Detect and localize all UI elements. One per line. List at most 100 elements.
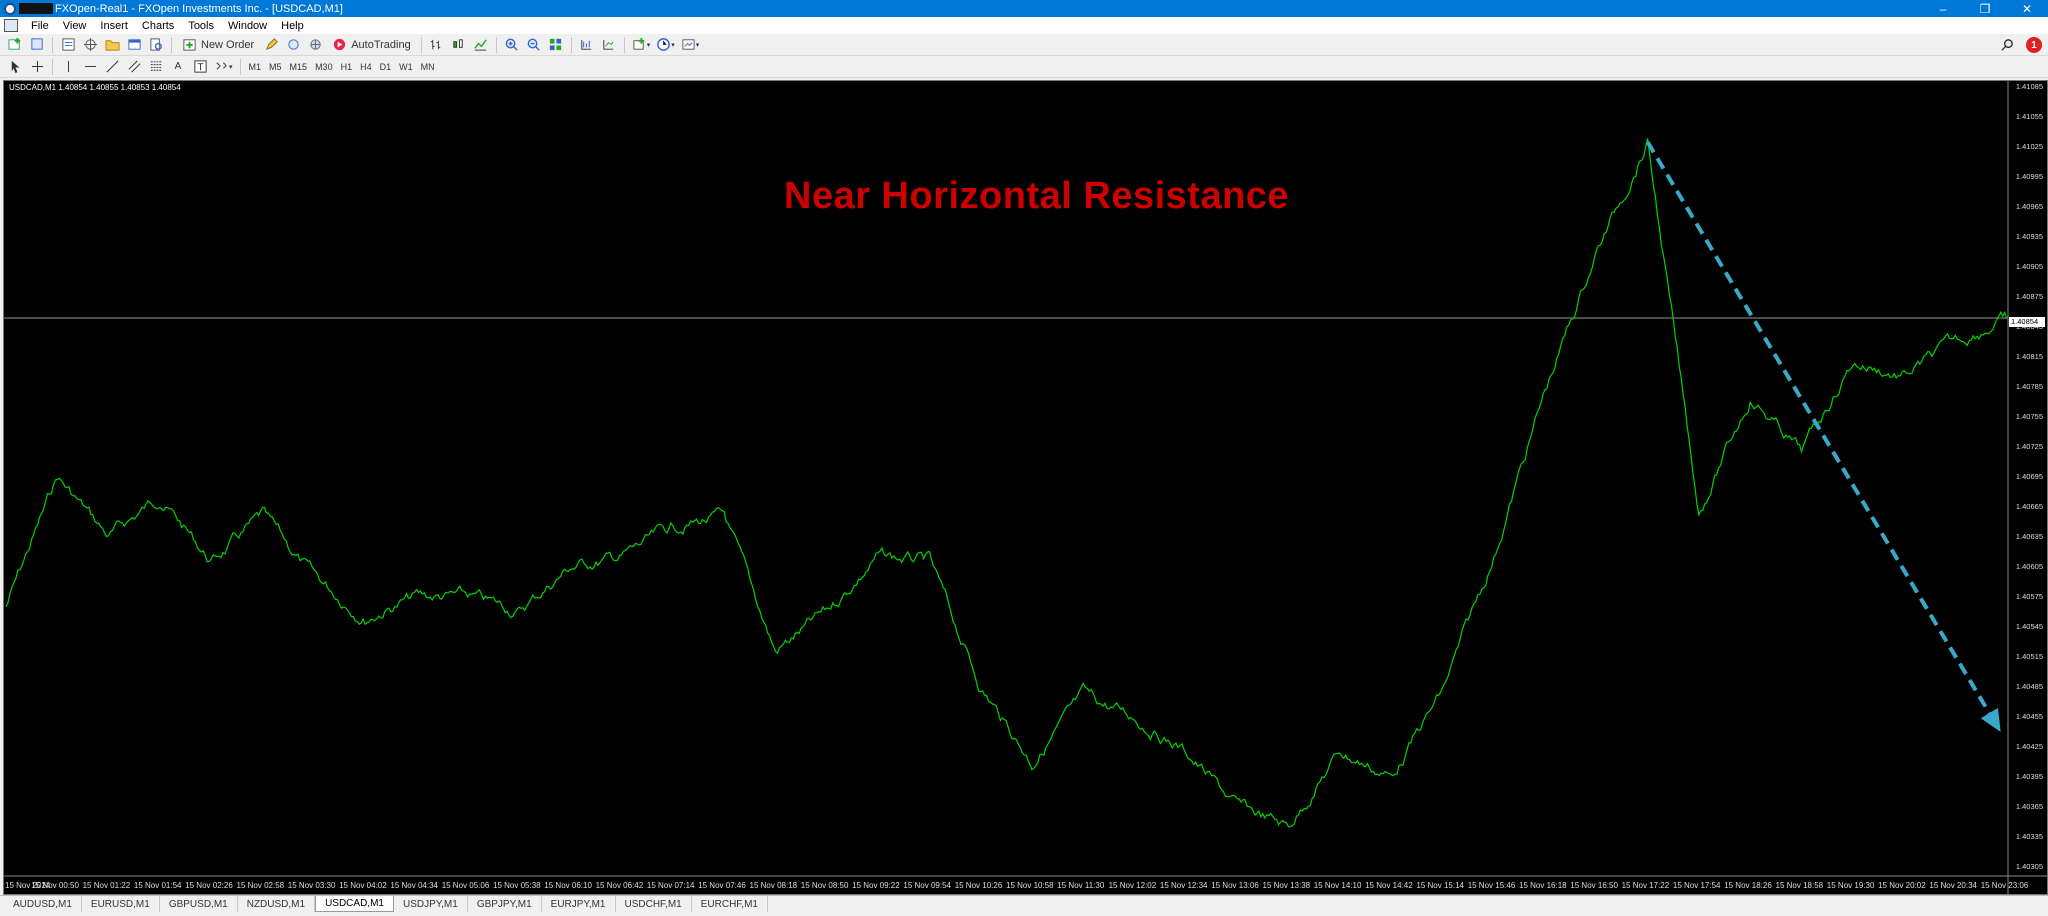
fibonacci-button[interactable] (146, 58, 166, 76)
clock-icon (657, 38, 671, 51)
crosshair-button[interactable] (27, 58, 47, 76)
price-tick-label: 1.40815 (2015, 352, 2043, 361)
title-bar: FXOpen-Real1 - FXOpen Investments Inc. -… (0, 0, 2048, 17)
trendline-button[interactable] (102, 58, 122, 76)
search-button[interactable] (1997, 36, 2017, 54)
price-tick-label: 1.40635 (2015, 532, 2043, 541)
cursor-button[interactable] (5, 58, 25, 76)
close-button[interactable]: ✕ (2006, 0, 2048, 17)
text-label-button[interactable] (190, 58, 210, 76)
new-chart-button[interactable] (5, 36, 25, 54)
strategy-tester-button[interactable] (146, 36, 166, 54)
timeframe-w1[interactable]: W1 (395, 58, 417, 76)
line-chart-button[interactable] (471, 36, 491, 54)
tab-eurusd[interactable]: EURUSD,M1 (82, 896, 160, 912)
periods-button[interactable]: ▾ (654, 36, 677, 54)
time-tick-label: 15 Nov 02:26 (185, 881, 233, 890)
price-tick-label: 1.40875 (2015, 292, 2043, 301)
window-controls: – ❐ ✕ (1922, 0, 2048, 17)
horizontal-line-button[interactable] (80, 58, 100, 76)
time-tick-label: 15 Nov 16:18 (1519, 881, 1567, 890)
menu-tools[interactable]: Tools (181, 20, 221, 32)
new-order-button[interactable]: New Order (177, 36, 259, 54)
price-tick-label: 1.40515 (2015, 652, 2043, 661)
time-tick-label: 15 Nov 15:14 (1416, 881, 1464, 890)
app-icon[interactable] (4, 2, 16, 15)
candlestick-button[interactable] (449, 36, 469, 54)
restore-button[interactable]: ❐ (1964, 0, 2006, 17)
chart-shift-button[interactable] (577, 36, 597, 54)
time-tick-label: 15 Nov 09:22 (852, 881, 900, 890)
fibonacci-icon (150, 61, 162, 71)
zoom-in-button[interactable] (502, 36, 522, 54)
timeframe-m1[interactable]: M1 (245, 58, 266, 76)
timeframe-m30[interactable]: M30 (311, 58, 337, 76)
menu-view[interactable]: View (56, 20, 94, 32)
minimize-button[interactable]: – (1922, 0, 1964, 17)
signals-button[interactable] (283, 36, 303, 54)
arrows-button[interactable]: ▾ (212, 58, 235, 76)
tab-audusd[interactable]: AUDUSD,M1 (4, 896, 82, 912)
bar-chart-icon (431, 39, 441, 50)
chart-window-icon[interactable] (4, 19, 18, 32)
navigator-button[interactable] (102, 36, 122, 54)
tab-gbpusd[interactable]: GBPUSD,M1 (160, 896, 238, 912)
time-tick-label: 15 Nov 13:06 (1211, 881, 1259, 890)
chart-symbol-header: USDCAD,M1 1.40854 1.40855 1.40853 1.4085… (9, 83, 181, 92)
time-tick-label: 15 Nov 20:34 (1929, 881, 1977, 890)
timeframe-m15[interactable]: M15 (286, 58, 312, 76)
notification-badge[interactable]: 1 (2026, 37, 2042, 53)
tab-usdjpy[interactable]: USDJPY,M1 (394, 896, 468, 912)
time-tick-label: 15 Nov 00:50 (31, 881, 79, 890)
time-tick-label: 15 Nov 18:58 (1775, 881, 1824, 890)
bar-chart-button[interactable] (427, 36, 447, 54)
autotrading-button[interactable]: AutoTrading (327, 36, 416, 54)
tile-windows-icon (550, 38, 562, 51)
templates-button[interactable]: ▾ (679, 36, 702, 54)
market-watch-button[interactable] (58, 36, 78, 54)
menu-charts[interactable]: Charts (135, 20, 181, 32)
data-window-button[interactable] (80, 36, 100, 54)
terminal-button[interactable] (124, 36, 144, 54)
tile-windows-button[interactable] (546, 36, 566, 54)
time-tick-label: 15 Nov 14:42 (1365, 881, 1413, 890)
menu-window[interactable]: Window (221, 20, 274, 32)
menu-file[interactable]: File (24, 20, 56, 32)
timeframe-h1[interactable]: H1 (337, 58, 357, 76)
tab-eurjpy[interactable]: EURJPY,M1 (542, 896, 616, 912)
chart-annotation-text[interactable]: Near Horizontal Resistance (784, 175, 1289, 218)
timeframe-h4[interactable]: H4 (356, 58, 376, 76)
toolbar-right: 1 (1996, 34, 2042, 56)
market-button[interactable] (305, 36, 325, 54)
crosshair-icon (83, 37, 97, 52)
autotrading-icon (334, 38, 346, 51)
timeframe-mn[interactable]: MN (417, 58, 439, 76)
toolbar-separator (495, 36, 497, 53)
tab-nzdusd[interactable]: NZDUSD,M1 (238, 896, 316, 912)
chart-shift-icon (581, 39, 592, 50)
tab-gbpjpy[interactable]: GBPJPY,M1 (468, 896, 542, 912)
time-tick-label: 15 Nov 01:54 (133, 881, 182, 890)
text-button[interactable]: A (168, 58, 188, 76)
menu-insert[interactable]: Insert (93, 20, 135, 32)
profiles-button[interactable] (27, 36, 47, 54)
menu-help[interactable]: Help (274, 20, 311, 32)
equidistant-channel-button[interactable] (124, 58, 144, 76)
toolbar-separator (239, 58, 241, 75)
tab-usdcad[interactable]: USDCAD,M1 (315, 896, 394, 912)
pencil-icon (265, 38, 278, 51)
autotrading-label: AutoTrading (351, 38, 411, 51)
timeframe-d1[interactable]: D1 (376, 58, 396, 76)
autoscroll-button[interactable] (599, 36, 619, 54)
indicators-button[interactable]: ▾ (630, 36, 653, 54)
zoom-out-button[interactable] (524, 36, 544, 54)
time-tick-label: 15 Nov 05:38 (493, 881, 541, 890)
tab-eurchf[interactable]: EURCHF,M1 (692, 896, 768, 912)
profiles-icon (30, 38, 43, 50)
tab-usdchf[interactable]: USDCHF,M1 (616, 896, 692, 912)
price-chart[interactable]: USDCAD,M1 1.40854 1.40855 1.40853 1.4085… (3, 80, 2048, 896)
metaeditor-button[interactable] (261, 36, 281, 54)
vertical-line-button[interactable] (58, 58, 78, 76)
timeframe-m5[interactable]: M5 (265, 58, 286, 76)
trend-arrow-line[interactable] (1645, 140, 1995, 720)
